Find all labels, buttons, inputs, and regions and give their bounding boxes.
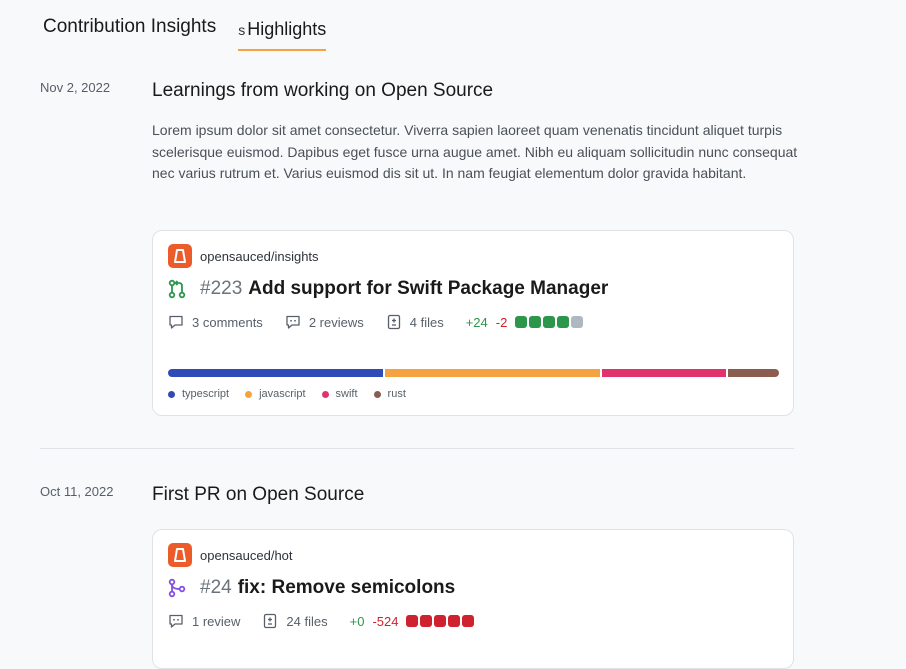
opensauced-logo-icon <box>168 543 192 567</box>
comments-count: 3 comments <box>192 314 263 330</box>
diff-square <box>462 615 475 627</box>
tab-bar: Contribution Insights s Highlights <box>43 14 327 54</box>
highlight-title[interactable]: Learnings from working on Open Source <box>152 78 493 104</box>
language-bar-segment <box>384 369 600 377</box>
language-legend-item: swift <box>321 388 358 400</box>
pr-title-row: #223 Add support for Swift Package Manag… <box>168 278 608 300</box>
language-name: typescript <box>182 388 230 400</box>
review-icon <box>286 315 300 329</box>
comment-icon <box>169 315 183 329</box>
language-bar-segment <box>168 369 383 377</box>
deletions-count: -524 <box>372 613 399 629</box>
reviews-stat: 2 reviews <box>285 314 364 330</box>
pull-request-card[interactable]: opensauced/hot #24 fix: Remove semicolon… <box>152 529 794 669</box>
opensauced-logo-icon <box>168 244 192 268</box>
pull-request-card[interactable]: opensauced/insights #223 Add support for… <box>152 230 794 416</box>
diff-square <box>529 316 542 328</box>
pr-title-row: #24 fix: Remove semicolons <box>168 577 455 599</box>
repo-row: opensauced/insights <box>168 244 319 268</box>
files-stat: 24 files <box>262 613 328 629</box>
pull-request-merged-icon <box>168 578 188 598</box>
pr-number: #223 <box>200 278 243 299</box>
review-icon <box>169 614 183 628</box>
tab-highlights-label: Highlights <box>247 19 327 39</box>
diff-squares <box>406 615 476 627</box>
diff-squares <box>515 316 585 328</box>
tab-highlights[interactable]: s Highlights <box>238 14 327 51</box>
additions-count: +24 <box>465 314 488 330</box>
files-stat: 4 files <box>386 314 444 330</box>
highlight-date: Nov 2, 2022 <box>40 80 111 95</box>
reviews-count: 1 review <box>192 613 241 629</box>
diff-square <box>434 615 447 627</box>
language-dot-icon <box>373 390 381 398</box>
language-dot-icon <box>245 390 253 398</box>
language-dot-icon <box>321 390 329 398</box>
language-legend-item: rust <box>373 388 406 400</box>
files-count: 24 files <box>286 613 328 629</box>
pr-title[interactable]: fix: Remove semicolons <box>238 577 456 599</box>
pr-title[interactable]: Add support for Swift Package Manager <box>248 278 608 300</box>
repo-row: opensauced/hot <box>168 543 293 567</box>
repo-name[interactable]: opensauced/hot <box>200 548 293 563</box>
deletions-count: -2 <box>495 314 508 330</box>
highlight-title[interactable]: First PR on Open Source <box>152 482 364 508</box>
diff-square <box>448 615 461 627</box>
repo-name[interactable]: opensauced/insights <box>200 249 319 264</box>
language-bar-segment <box>601 369 726 377</box>
tab-contribution-insights[interactable]: Contribution Insights <box>43 14 216 40</box>
language-bar <box>168 369 779 377</box>
reviews-count: 2 reviews <box>308 314 364 330</box>
language-dot-icon <box>168 390 175 398</box>
diff-square <box>420 615 433 627</box>
diff-square <box>406 615 419 627</box>
diff-square <box>557 316 570 328</box>
file-diff-icon <box>264 613 277 629</box>
language-bar-segment <box>727 369 779 377</box>
language-name: rust <box>387 388 406 400</box>
highlight-description: Lorem ipsum dolor sit amet consectetur. … <box>152 122 798 181</box>
comments-stat: 3 comments <box>168 314 263 330</box>
pr-number: #24 <box>200 577 232 598</box>
language-legend-item: typescript <box>168 388 229 400</box>
pull-request-open-icon <box>168 279 188 299</box>
highlight-date: Oct 11, 2022 <box>40 484 114 499</box>
language-name: javascript <box>259 388 306 400</box>
tab-highlights-clipped-char: s <box>238 22 246 38</box>
language-legend-item: javascript <box>245 388 306 400</box>
diff-square <box>543 316 556 328</box>
additions-count: +0 <box>349 613 365 629</box>
language-legend: typescript javascript swift rust <box>168 388 422 400</box>
file-diff-icon <box>387 314 400 330</box>
diff-square <box>515 316 528 328</box>
files-count: 4 files <box>409 314 444 330</box>
pr-stats-row: 1 review 24 files +0 -524 <box>168 613 476 629</box>
diff-square <box>571 316 584 328</box>
reviews-stat: 1 review <box>168 613 240 629</box>
language-name: swift <box>335 388 358 400</box>
entry-divider <box>40 448 794 449</box>
pr-stats-row: 3 comments 2 reviews 4 files +24 -2 <box>168 314 585 330</box>
